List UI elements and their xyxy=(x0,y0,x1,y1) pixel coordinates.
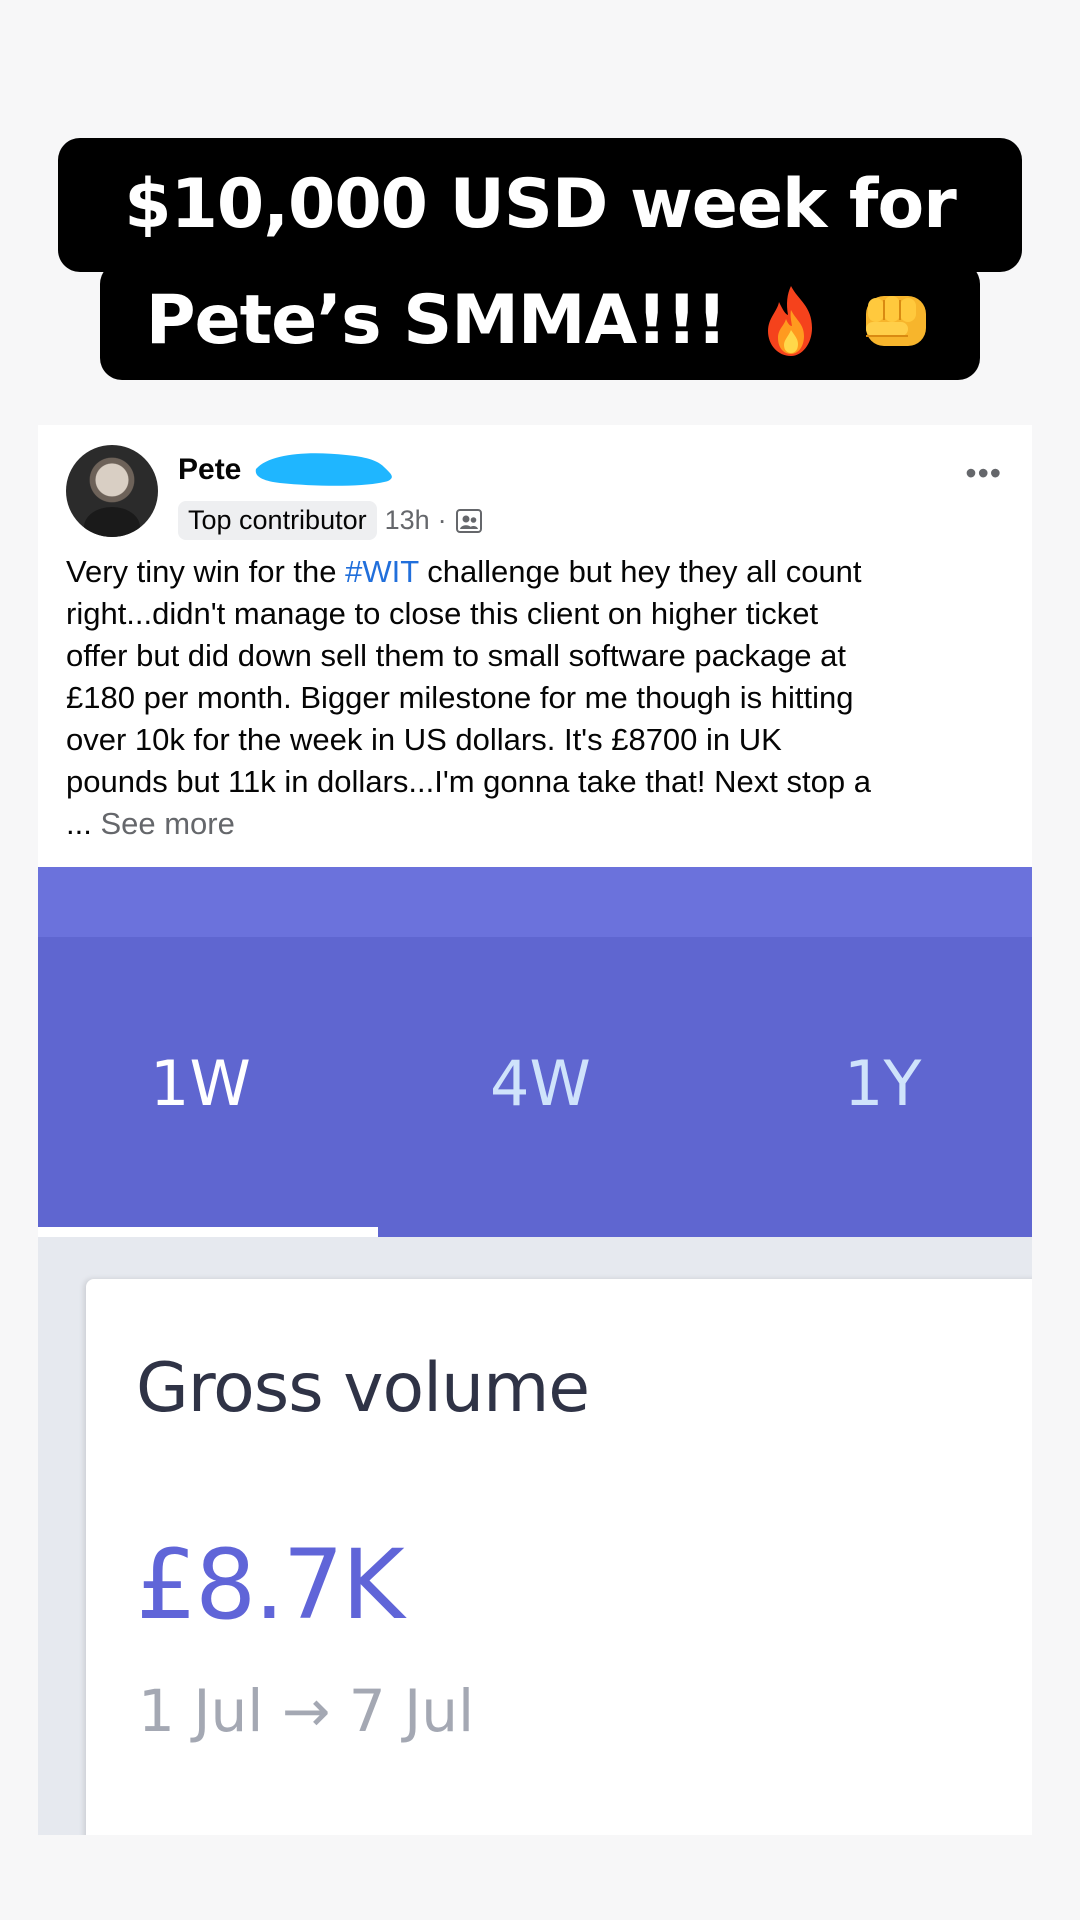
post-line: over 10k for the week in US dollars. It'… xyxy=(66,722,782,757)
card-title: Gross volume xyxy=(136,1349,590,1428)
author-name[interactable]: Pete xyxy=(178,453,241,487)
post-text-segment: challenge but hey they all count xyxy=(418,554,862,589)
more-options-icon[interactable]: ••• xyxy=(965,455,1002,492)
attached-screenshot[interactable]: 1W 4W 1Y Gross volume £8.7K 1 Jul → 7 Ju… xyxy=(38,867,1032,1835)
story-page: $10,000 USD week for Pete’s SMMA!!! Pete… xyxy=(0,0,1080,1920)
post-line: offer but did down sell them to small so… xyxy=(66,638,847,673)
headline-text-1: $10,000 USD week for xyxy=(124,165,956,244)
see-more-link[interactable]: See more xyxy=(100,806,234,841)
hashtag-link[interactable]: #WIT xyxy=(345,554,419,589)
top-contributor-badge: Top contributor xyxy=(178,501,377,540)
date-range: 1 Jul → 7 Jul xyxy=(138,1677,475,1745)
post-body: Very tiny win for the #WIT challenge but… xyxy=(66,551,1026,845)
tab-1w[interactable]: 1W xyxy=(150,1047,251,1120)
headline-text-2: Pete’s SMMA!!! xyxy=(145,281,728,360)
tab-1y[interactable]: 1Y xyxy=(844,1047,921,1120)
post-line: right...didn't manage to close this clie… xyxy=(66,596,819,631)
post-time[interactable]: 13h xyxy=(385,505,430,536)
fire-icon xyxy=(752,282,830,360)
headline-line-2: Pete’s SMMA!!! xyxy=(100,262,980,380)
group-icon xyxy=(455,507,483,535)
gross-volume-value: £8.7K xyxy=(136,1529,405,1641)
oncoming-fist-icon xyxy=(856,282,934,360)
app-top-bar xyxy=(38,867,1032,937)
meta-separator: · xyxy=(437,505,447,535)
post-meta: Top contributor 13h · xyxy=(178,501,483,540)
facebook-post: Pete ••• Top contributor 13h · Very tiny… xyxy=(38,425,1032,1835)
headline-line-1: $10,000 USD week for xyxy=(58,138,1022,272)
post-text-segment: Very tiny win for the xyxy=(66,554,346,589)
post-line: Very tiny win for the #WIT challenge but… xyxy=(66,551,1026,593)
period-tab-bar: 1W 4W 1Y xyxy=(38,937,1032,1237)
tab-4w[interactable]: 4W xyxy=(490,1047,591,1120)
post-line: £180 per month. Bigger milestone for me … xyxy=(66,680,854,715)
ellipsis: ... xyxy=(66,806,101,841)
redaction-scribble xyxy=(255,453,392,486)
avatar[interactable] xyxy=(66,445,158,537)
active-tab-indicator xyxy=(38,1227,378,1237)
gross-volume-card[interactable]: Gross volume £8.7K 1 Jul → 7 Jul xyxy=(86,1279,1032,1835)
post-line: ... See more xyxy=(66,803,1026,845)
post-line: pounds but 11k in dollars...I'm gonna ta… xyxy=(66,764,871,799)
